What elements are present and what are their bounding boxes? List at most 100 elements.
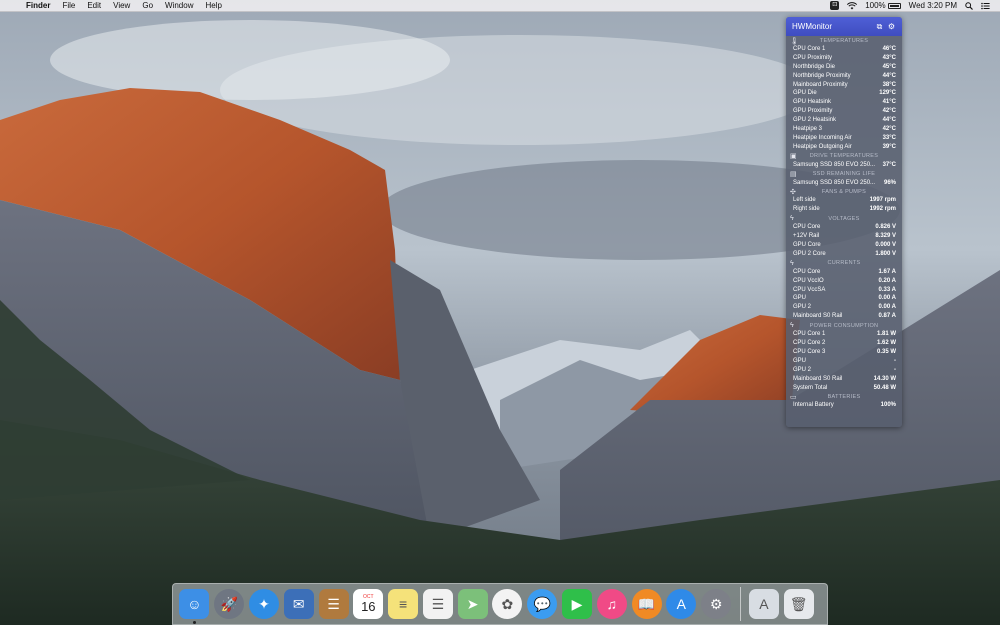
sensor-row[interactable]: Heatpipe 3 42°C	[786, 125, 902, 134]
thermometer-icon: 🌡	[790, 37, 800, 45]
messages-icon: 💬	[533, 595, 551, 612]
sensor-row[interactable]: CPU Core 2 1.62 W	[786, 339, 902, 348]
sensor-row[interactable]: Internal Battery 100%	[786, 401, 902, 410]
sensor-row[interactable]: CPU Core 3 0.35 W	[786, 348, 902, 357]
dock-item-trash[interactable]: 🗑	[783, 589, 814, 619]
sensor-label: +12V Rail	[793, 233, 820, 240]
sensor-row[interactable]: GPU Core 0.000 V	[786, 241, 902, 250]
dock-item-maps[interactable]: ➤	[457, 589, 488, 619]
sensor-row[interactable]: CPU Core 1 1.81 W	[786, 330, 902, 339]
dock-item-messages[interactable]: 💬	[527, 589, 558, 619]
sensor-value: 38°C	[882, 81, 896, 88]
sensor-value: 1997 rpm	[869, 197, 896, 204]
sensor-value: 0.00 A	[878, 295, 896, 302]
sensor-value: 8.329 V	[875, 233, 896, 240]
dock-item-itunes[interactable]: ♫	[596, 589, 627, 619]
sensor-value: 0.33 A	[878, 286, 896, 293]
section-header: ▭ BATTERIES	[786, 392, 902, 401]
dock-item-facetime[interactable]: ▶	[561, 589, 592, 619]
sensor-row[interactable]: GPU 2 -	[786, 366, 902, 375]
sensor-value: 42°C	[882, 108, 896, 115]
sensor-row[interactable]: Samsung SSD 850 EVO 250... 96%	[786, 179, 902, 188]
applications-folder-icon: A	[759, 596, 769, 612]
sensor-label: Northbridge Die	[793, 63, 836, 70]
dock-item-applications-folder[interactable]: A	[748, 589, 779, 619]
section-header: ✣ FANS & PUMPS	[786, 187, 902, 196]
sensor-row[interactable]: CPU Core 1.67 A	[786, 268, 902, 277]
sensor-row[interactable]: GPU 0.00 A	[786, 294, 902, 303]
dock-item-contacts[interactable]: ☰	[318, 589, 349, 619]
notification-center-icon[interactable]	[977, 2, 994, 10]
app-menu-finder[interactable]: Finder	[22, 0, 56, 12]
sensor-row[interactable]: Samsung SSD 850 EVO 250... 37°C	[786, 161, 902, 170]
dock-item-reminders[interactable]: ☰	[422, 589, 453, 619]
section-title: TEMPERATURES	[819, 37, 869, 44]
gear-icon[interactable]: ⚙	[887, 22, 896, 31]
menu-view[interactable]: View	[107, 0, 136, 12]
dock-item-photos[interactable]: ✿	[492, 589, 523, 619]
system-preferences-icon: ⚙	[709, 595, 723, 612]
sensor-row[interactable]: CPU VccIO 0.20 A	[786, 277, 902, 286]
dock-item-notes[interactable]: ≡	[388, 589, 419, 619]
sensor-row[interactable]: CPU Core 0.826 V	[786, 223, 902, 232]
sensor-label: Internal Battery	[793, 402, 834, 409]
menu-help[interactable]: Help	[199, 0, 227, 12]
menu-edit[interactable]: Edit	[81, 0, 107, 12]
clock[interactable]: Wed 3:20 PM	[905, 0, 961, 12]
sensor-row[interactable]: System Total 50.48 W	[786, 384, 902, 393]
sensor-value: -	[894, 366, 896, 373]
sensor-value: 0.20 A	[878, 277, 896, 284]
section-title: DRIVE TEMPERATURES	[809, 153, 879, 160]
sensor-row[interactable]: Heatpipe Outgoing Air 39°C	[786, 143, 902, 152]
sensor-value: 0.35 W	[876, 348, 896, 355]
sensor-value: 1992 rpm	[869, 206, 896, 213]
hwmonitor-status-item[interactable]: ⊡	[826, 1, 843, 10]
dock-item-system-preferences[interactable]: ⚙	[701, 589, 732, 619]
sensor-row[interactable]: GPU -	[786, 357, 902, 366]
dock-item-ibooks[interactable]: 📖	[631, 589, 662, 619]
sensor-row[interactable]: Left side 1997 rpm	[786, 196, 902, 205]
dock-item-finder[interactable]: ☺	[179, 589, 210, 624]
search-icon[interactable]	[961, 1, 977, 10]
battery-icon	[887, 2, 901, 9]
sensor-row[interactable]: Mainboard S0 Rail 0.87 A	[786, 312, 902, 321]
sensor-row[interactable]: Right side 1992 rpm	[786, 205, 902, 214]
sensor-label: Mainboard S0 Rail	[793, 375, 843, 382]
sensor-row[interactable]: CPU Proximity 43°C	[786, 54, 902, 63]
detach-icon[interactable]: ⧉	[875, 22, 884, 31]
section-header: ϟ CURRENTS	[786, 259, 902, 268]
sensor-row[interactable]: GPU Heatsink 41°C	[786, 98, 902, 107]
menu-file[interactable]: File	[56, 0, 81, 12]
sensor-label: System Total	[793, 384, 828, 391]
ibooks-icon: 📖	[637, 595, 656, 612]
sensor-label: CPU VccIO	[793, 277, 824, 284]
sensor-row[interactable]: GPU Die 129°C	[786, 89, 902, 98]
sensor-row[interactable]: +12V Rail 8.329 V	[786, 232, 902, 241]
sensor-label: Samsung SSD 850 EVO 250...	[793, 161, 876, 168]
sensor-row[interactable]: CPU Core 1 46°C	[786, 45, 902, 54]
sensor-row[interactable]: Mainboard Proximity 38°C	[786, 81, 902, 90]
battery-status[interactable]: 100%	[861, 0, 904, 12]
wifi-icon[interactable]	[843, 1, 861, 10]
sensor-row[interactable]: CPU VccSA 0.33 A	[786, 286, 902, 295]
sensor-label: GPU Die	[793, 90, 817, 97]
sensor-label: GPU	[793, 295, 807, 302]
lightning-icon: ϟ	[790, 322, 795, 330]
dock-item-mail[interactable]: ✉	[283, 589, 314, 619]
sensor-row[interactable]: Northbridge Die 45°C	[786, 63, 902, 72]
sensor-label: CPU Core	[793, 268, 821, 275]
sensor-row[interactable]: Mainboard S0 Rail 14.30 W	[786, 375, 902, 384]
dock-item-launchpad[interactable]: 🚀	[214, 589, 245, 619]
sensor-row[interactable]: Northbridge Proximity 44°C	[786, 72, 902, 81]
dock-item-calendar[interactable]: OCT 16	[353, 589, 384, 619]
sensor-row[interactable]: GPU 2 0.00 A	[786, 303, 902, 312]
dock-item-app-store[interactable]: A	[666, 589, 697, 619]
sensor-row[interactable]: GPU Proximity 42°C	[786, 107, 902, 116]
sensor-row[interactable]: Heatpipe Incoming Air 33°C	[786, 134, 902, 143]
menu-window[interactable]: Window	[159, 0, 199, 12]
sensor-label: CPU Core 3	[793, 348, 826, 355]
dock-item-safari[interactable]: ✦	[248, 589, 279, 619]
sensor-row[interactable]: GPU 2 Heatsink 44°C	[786, 116, 902, 125]
menu-go[interactable]: Go	[136, 0, 159, 12]
sensor-row[interactable]: GPU 2 Core 1.800 V	[786, 250, 902, 259]
